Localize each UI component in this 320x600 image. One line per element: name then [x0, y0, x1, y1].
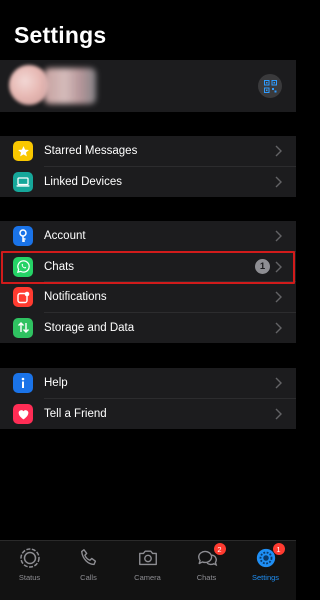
settings-group-1: Starred Messages Linked Devices — [0, 136, 296, 197]
whatsapp-icon — [13, 256, 33, 277]
tab-label: Camera — [134, 573, 161, 582]
profile-name-blurred — [44, 68, 96, 104]
settings-group-3: Help Tell a Friend — [0, 368, 296, 429]
tell-a-friend-row[interactable]: Tell a Friend — [0, 399, 296, 430]
star-icon — [13, 141, 33, 161]
qr-code-button[interactable] — [258, 74, 282, 98]
row-label: Starred Messages — [44, 145, 138, 158]
status-icon — [19, 548, 40, 568]
chats-tab-badge: 2 — [213, 543, 226, 555]
row-label: Tell a Friend — [44, 407, 107, 420]
laptop-icon — [13, 171, 33, 192]
settings-tab-badge: 1 — [272, 543, 285, 555]
unread-count-badge: 1 — [255, 258, 270, 274]
row-label: Chats — [44, 260, 75, 273]
chevron-right-icon — [275, 176, 282, 187]
tab-chats[interactable]: 2 Chats — [177, 543, 236, 585]
profile-card[interactable] — [0, 60, 296, 112]
notification-icon — [13, 287, 33, 307]
info-icon — [13, 373, 33, 393]
settings-group-2: Account Chats 1 Notifications Storage an… — [0, 221, 296, 343]
key-icon — [13, 226, 33, 246]
chevron-right-icon — [275, 408, 282, 419]
camera-icon — [138, 550, 157, 566]
chevron-right-icon — [275, 322, 282, 333]
heart-icon — [13, 403, 33, 424]
starred-messages-row[interactable]: Starred Messages — [0, 136, 296, 167]
tab-bar: Status Calls Camera 2 Chats 1 Settings — [0, 540, 296, 600]
avatar[interactable] — [9, 65, 49, 105]
row-label: Storage and Data — [44, 321, 135, 334]
storage-and-data-row[interactable]: Storage and Data — [0, 313, 296, 344]
linked-devices-row[interactable]: Linked Devices — [0, 167, 296, 198]
tab-label: Status — [18, 573, 41, 582]
chevron-right-icon — [275, 291, 282, 303]
tab-status[interactable]: Status — [0, 545, 59, 585]
page-title: Settings — [14, 22, 107, 48]
account-row[interactable]: Account — [0, 221, 296, 252]
phone-icon — [80, 549, 96, 566]
row-label: Account — [44, 230, 86, 243]
row-label: Notifications — [44, 291, 107, 304]
chevron-right-icon — [275, 261, 282, 272]
chevron-right-icon — [275, 230, 282, 242]
tab-calls[interactable]: Calls — [59, 545, 118, 585]
chats-row[interactable]: Chats 1 — [0, 252, 296, 282]
tab-settings[interactable]: 1 Settings — [236, 543, 295, 585]
chevron-right-icon — [275, 145, 282, 157]
arrows-updown-icon — [13, 317, 33, 338]
tab-label: Chats — [196, 573, 217, 582]
row-label: Linked Devices — [44, 175, 122, 188]
tab-camera[interactable]: Camera — [118, 545, 177, 585]
notifications-row[interactable]: Notifications — [0, 282, 296, 313]
qr-code-icon — [263, 79, 277, 93]
tab-label: Calls — [80, 573, 97, 582]
chevron-right-icon — [275, 377, 282, 389]
row-label: Help — [44, 377, 68, 390]
help-row[interactable]: Help — [0, 368, 296, 399]
tab-label: Settings — [251, 573, 280, 582]
